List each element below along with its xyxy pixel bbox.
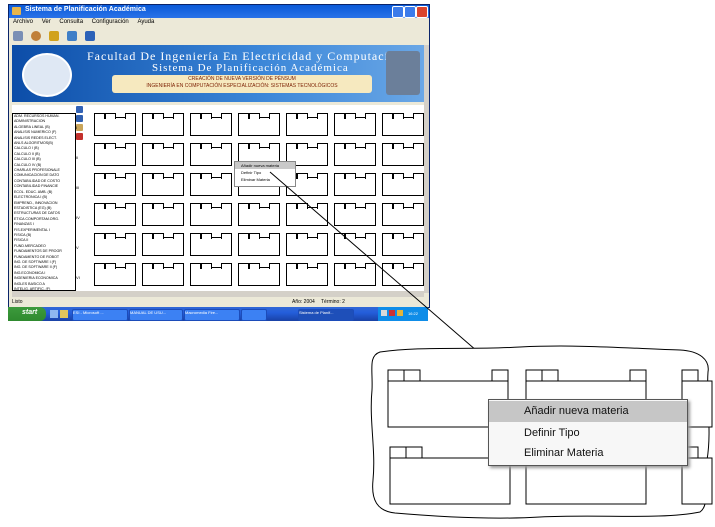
zoom-cell-tab [405, 446, 423, 459]
menu-item-define-type-zoomed[interactable]: Definir Tipo [489, 423, 687, 444]
add-course-label: Añadir nueva materia [524, 405, 629, 417]
callout-line [269, 171, 478, 352]
zoom-cell-tab [403, 369, 421, 382]
zoom-cell-tab [541, 369, 559, 382]
zoom-cell-tab [629, 369, 647, 382]
context-menu-zoomed: Añadir nueva materia Definir Tipo Elimin… [488, 399, 688, 466]
zoom-cell-tab [525, 369, 543, 382]
zoom-cell-tab [491, 369, 509, 382]
delete-course-label: Eliminar Materia [524, 447, 604, 459]
zoom-cell-tab [389, 446, 407, 459]
zoom-cell-tab [387, 369, 405, 382]
zoom-cell-tab [681, 369, 699, 382]
define-type-label: Definir Tipo [524, 427, 580, 439]
menu-item-delete-course-zoomed[interactable]: Eliminar Materia [489, 443, 687, 464]
menu-item-add-course-zoomed[interactable]: Añadir nueva materia [489, 401, 687, 422]
